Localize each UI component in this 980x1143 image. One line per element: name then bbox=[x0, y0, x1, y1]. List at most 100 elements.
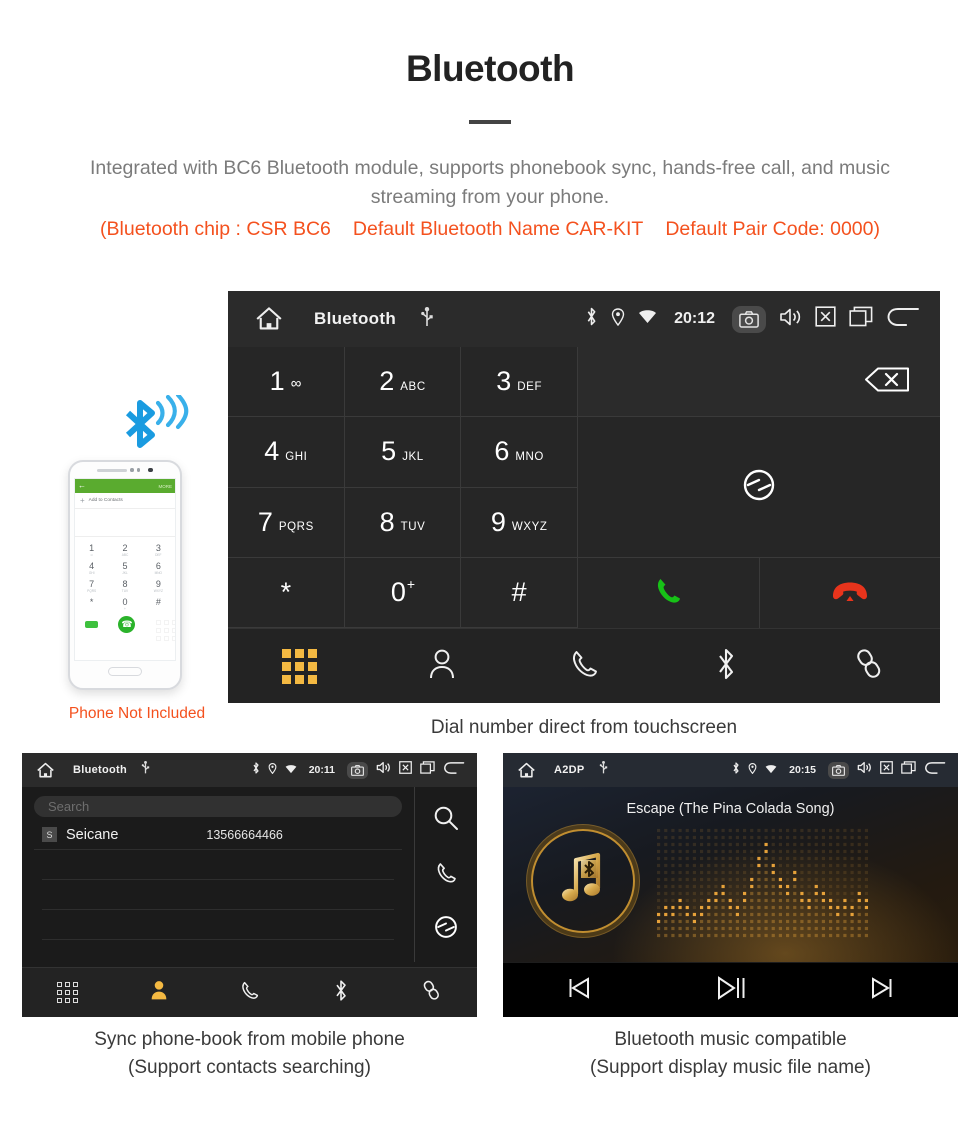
phonebook-statusbar: Bluetooth 20:11 bbox=[22, 753, 477, 787]
dial-key[interactable]: 4 GHI bbox=[228, 417, 345, 488]
next-button[interactable] bbox=[806, 976, 958, 1005]
main-tabbar bbox=[228, 628, 940, 703]
phone-key-digit: 2 bbox=[122, 542, 128, 553]
key-digit: 7 bbox=[257, 506, 273, 537]
link-icon bbox=[421, 979, 442, 1007]
dial-key[interactable]: 0 + bbox=[344, 557, 462, 628]
location-icon bbox=[748, 761, 757, 779]
home-icon[interactable] bbox=[254, 306, 284, 332]
camera-icon[interactable] bbox=[732, 305, 766, 333]
dial-key[interactable]: 8 TUV bbox=[344, 487, 462, 558]
album-art bbox=[531, 829, 635, 933]
dial-key[interactable]: * bbox=[228, 557, 345, 628]
sidebar-item-bluetooth[interactable] bbox=[295, 979, 386, 1007]
music-note-bluetooth-icon bbox=[552, 848, 614, 915]
back-icon[interactable] bbox=[443, 761, 465, 780]
hangup-button[interactable] bbox=[759, 558, 940, 628]
caption-phonebook-line2: (Support contacts searching) bbox=[128, 1057, 371, 1078]
search-icon[interactable] bbox=[433, 805, 459, 836]
bluetooth-icon bbox=[732, 761, 740, 779]
play-pause-button[interactable] bbox=[655, 975, 807, 1006]
dial-key[interactable]: 1 ∞ bbox=[228, 347, 345, 418]
keypad-icon bbox=[155, 619, 175, 641]
page-description: Integrated with BC6 Bluetooth module, su… bbox=[90, 157, 890, 208]
sidebar-item-call-log[interactable] bbox=[204, 980, 295, 1006]
dial-key[interactable]: 3 DEF bbox=[461, 347, 578, 418]
dial-key[interactable]: 9 WXYZ bbox=[461, 487, 578, 558]
back-icon[interactable] bbox=[886, 306, 920, 333]
person-icon bbox=[427, 648, 457, 685]
dial-key[interactable]: 2 ABC bbox=[344, 347, 462, 418]
sidebar-item-dialpad[interactable] bbox=[22, 982, 113, 1003]
previous-button[interactable] bbox=[503, 976, 655, 1005]
phone-key: 2 ABC bbox=[108, 541, 141, 559]
link-icon bbox=[853, 647, 885, 686]
recents-icon[interactable] bbox=[849, 306, 873, 332]
backspace-icon bbox=[864, 367, 910, 397]
list-item[interactable]: S Seicane 13566664466 bbox=[34, 820, 402, 850]
volume-icon[interactable] bbox=[857, 761, 872, 779]
key-digit: 3 bbox=[496, 366, 512, 397]
recents-icon[interactable] bbox=[420, 761, 435, 779]
key-sub: MNO bbox=[515, 450, 544, 463]
contact-initial: S bbox=[42, 827, 57, 842]
key-digit: * bbox=[280, 576, 292, 607]
close-box-icon[interactable] bbox=[399, 761, 412, 779]
dialpad-keys: 1 ∞ 2 ABC 3 DEF 4 GHI 5 JKL 6 MNO 7 PQRS 8 TUV 9… bbox=[228, 347, 578, 628]
home-icon[interactable] bbox=[36, 762, 55, 779]
handset-icon[interactable] bbox=[434, 861, 458, 890]
close-box-icon[interactable] bbox=[880, 761, 893, 779]
camera-icon[interactable] bbox=[347, 761, 368, 779]
wifi-icon bbox=[285, 761, 297, 779]
sidebar-item-dialpad[interactable] bbox=[228, 648, 370, 684]
call-button[interactable] bbox=[578, 558, 760, 628]
phonebook-screen: Bluetooth 20:11 Search S Seicane 1356666… bbox=[22, 753, 477, 1017]
list-item-empty bbox=[42, 910, 394, 940]
page-root: Bluetooth Integrated with BC6 Bluetooth … bbox=[0, 0, 980, 1143]
dial-key[interactable]: # bbox=[461, 557, 578, 628]
home-icon[interactable] bbox=[517, 762, 536, 779]
close-box-icon[interactable] bbox=[815, 306, 836, 332]
sidebar-item-pair-link[interactable] bbox=[386, 979, 477, 1007]
statusbar-title: Bluetooth bbox=[314, 309, 397, 328]
phone-appbar: ← MORE bbox=[75, 479, 175, 493]
phone-key-digit: 1 bbox=[89, 542, 95, 553]
dial-key[interactable]: 5 JKL bbox=[344, 417, 462, 488]
camera-icon[interactable] bbox=[828, 761, 849, 779]
sidebar-item-call-log[interactable] bbox=[513, 648, 655, 685]
backspace-button[interactable] bbox=[578, 347, 940, 417]
recents-icon[interactable] bbox=[901, 761, 916, 779]
sidebar-item-contacts[interactable] bbox=[370, 648, 512, 685]
back-icon[interactable] bbox=[924, 761, 946, 780]
sidebar-item-bluetooth[interactable] bbox=[655, 647, 797, 686]
phone-key-digit: 7 bbox=[89, 578, 95, 589]
sidebar-item-pair-link[interactable] bbox=[798, 647, 940, 686]
sync-icon bbox=[742, 468, 776, 507]
phone-earpiece bbox=[70, 462, 180, 478]
volume-icon[interactable] bbox=[376, 761, 391, 779]
phone-key: 6 MNO bbox=[142, 559, 175, 577]
hangup-icon bbox=[830, 579, 870, 608]
statusbar-title: A2DP bbox=[554, 764, 585, 776]
spec-pair-code: Default Pair Code: 0000) bbox=[665, 218, 880, 240]
sync-icon[interactable] bbox=[434, 915, 458, 944]
spec-line: (Bluetooth chip : CSR BC6 Default Bluetoo… bbox=[0, 218, 980, 241]
dial-key[interactable]: 6 MNO bbox=[461, 417, 578, 488]
phone-key-sub: ∞ bbox=[90, 552, 93, 557]
back-arrow-icon: ← bbox=[78, 481, 86, 490]
main-statusbar: Bluetooth 20:12 bbox=[228, 291, 940, 347]
key-digit: 2 bbox=[379, 366, 395, 397]
phone-more-label: MORE bbox=[158, 483, 173, 489]
statusbar-clock: 20:15 bbox=[789, 764, 816, 776]
skip-previous-icon bbox=[566, 976, 592, 1005]
phone-not-included-note: Phone Not Included bbox=[68, 705, 206, 722]
search-input[interactable]: Search bbox=[34, 796, 402, 817]
key-sub: ABC bbox=[400, 380, 426, 393]
volume-icon[interactable] bbox=[779, 307, 802, 332]
phone-key-digit: 8 bbox=[122, 578, 128, 589]
sync-button[interactable] bbox=[578, 417, 940, 558]
sidebar-item-contacts[interactable] bbox=[113, 979, 204, 1006]
mobile-phone-mockup: ← MORE + Add to Contacts 1 ∞ 2 ABC 3 DEF 4G… bbox=[68, 460, 182, 690]
music-controls bbox=[503, 962, 958, 1017]
dial-key[interactable]: 7 PQRS bbox=[228, 487, 345, 558]
